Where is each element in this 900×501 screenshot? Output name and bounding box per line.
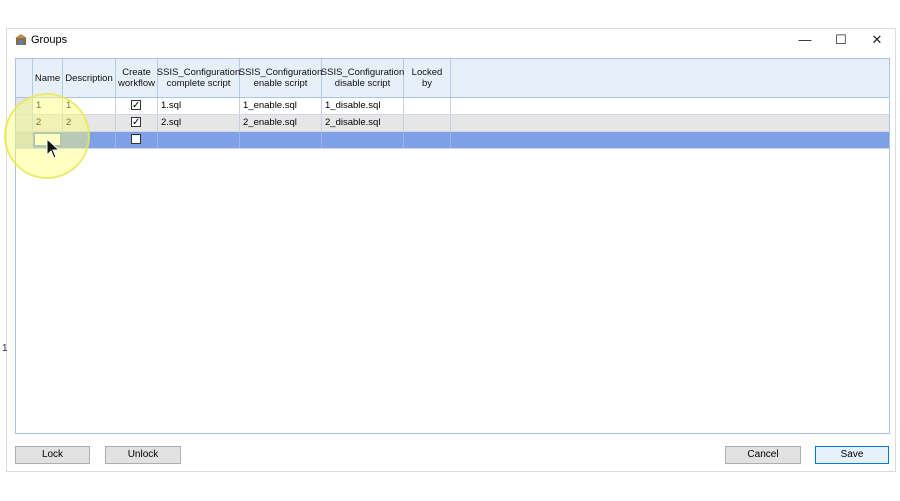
create-workflow-cell[interactable]: ✓ <box>116 98 158 114</box>
stray-text: 1 <box>2 343 8 354</box>
new-row[interactable] <box>16 132 889 149</box>
enable-script-cell[interactable]: 2_enable.sql <box>240 115 322 131</box>
create-workflow-checkbox[interactable] <box>131 134 141 144</box>
locked-by-cell[interactable] <box>404 98 451 114</box>
disable-script-cell[interactable]: 2_disable.sql <box>322 115 404 131</box>
minimize-button[interactable]: — <box>787 29 823 51</box>
column-header-name[interactable]: Name <box>33 59 63 97</box>
title-bar: Groups — ☐ ✕ <box>7 29 895 51</box>
maximize-button[interactable]: ☐ <box>823 29 859 51</box>
close-button[interactable]: ✕ <box>859 29 895 51</box>
column-header-disable-script[interactable]: SSIS_Configuration disable script <box>321 59 404 97</box>
mouse-cursor-icon <box>46 138 61 159</box>
column-header-description[interactable]: Description <box>63 59 116 97</box>
locked-by-cell[interactable] <box>404 132 451 148</box>
window-title: Groups <box>31 34 68 46</box>
click-highlight <box>4 93 90 179</box>
complete-script-cell[interactable]: 1.sql <box>158 98 240 114</box>
table-row[interactable]: 1 1 ✓ 1.sql 1_enable.sql 1_disable.sql <box>16 98 889 115</box>
create-workflow-checkbox[interactable]: ✓ <box>131 117 141 128</box>
complete-script-cell[interactable]: 2.sql <box>158 115 240 131</box>
disable-script-cell[interactable] <box>322 132 404 148</box>
grid-header: Name Description Create workflow SSIS_Co… <box>16 59 889 98</box>
unlock-button[interactable]: Unlock <box>105 446 181 464</box>
complete-script-cell[interactable] <box>158 132 240 148</box>
column-header-complete-script[interactable]: SSIS_Configuration complete script <box>157 59 240 97</box>
app-icon <box>15 34 27 45</box>
lock-button[interactable]: Lock <box>15 446 90 464</box>
groups-grid[interactable]: Name Description Create workflow SSIS_Co… <box>15 58 890 434</box>
create-workflow-checkbox[interactable]: ✓ <box>131 100 141 111</box>
enable-script-cell[interactable]: 1_enable.sql <box>240 98 322 114</box>
disable-script-cell[interactable]: 1_disable.sql <box>322 98 404 114</box>
column-header-enable-script[interactable]: SSIS_Configuration enable script <box>239 59 322 97</box>
create-workflow-cell[interactable]: ✓ <box>116 115 158 131</box>
create-workflow-cell[interactable] <box>116 132 158 148</box>
cancel-button[interactable]: Cancel <box>725 446 801 464</box>
column-header-create-workflow[interactable]: Create workflow <box>116 59 158 97</box>
save-button[interactable]: Save <box>815 446 889 464</box>
locked-by-cell[interactable] <box>404 115 451 131</box>
groups-window: Groups — ☐ ✕ Name Description Create wor… <box>6 28 896 472</box>
column-header-locked-by[interactable]: Locked by <box>404 59 451 97</box>
select-all-corner[interactable] <box>16 59 33 97</box>
enable-script-cell[interactable] <box>240 132 322 148</box>
table-row[interactable]: 2 2 ✓ 2.sql 2_enable.sql 2_disable.sql <box>16 115 889 132</box>
